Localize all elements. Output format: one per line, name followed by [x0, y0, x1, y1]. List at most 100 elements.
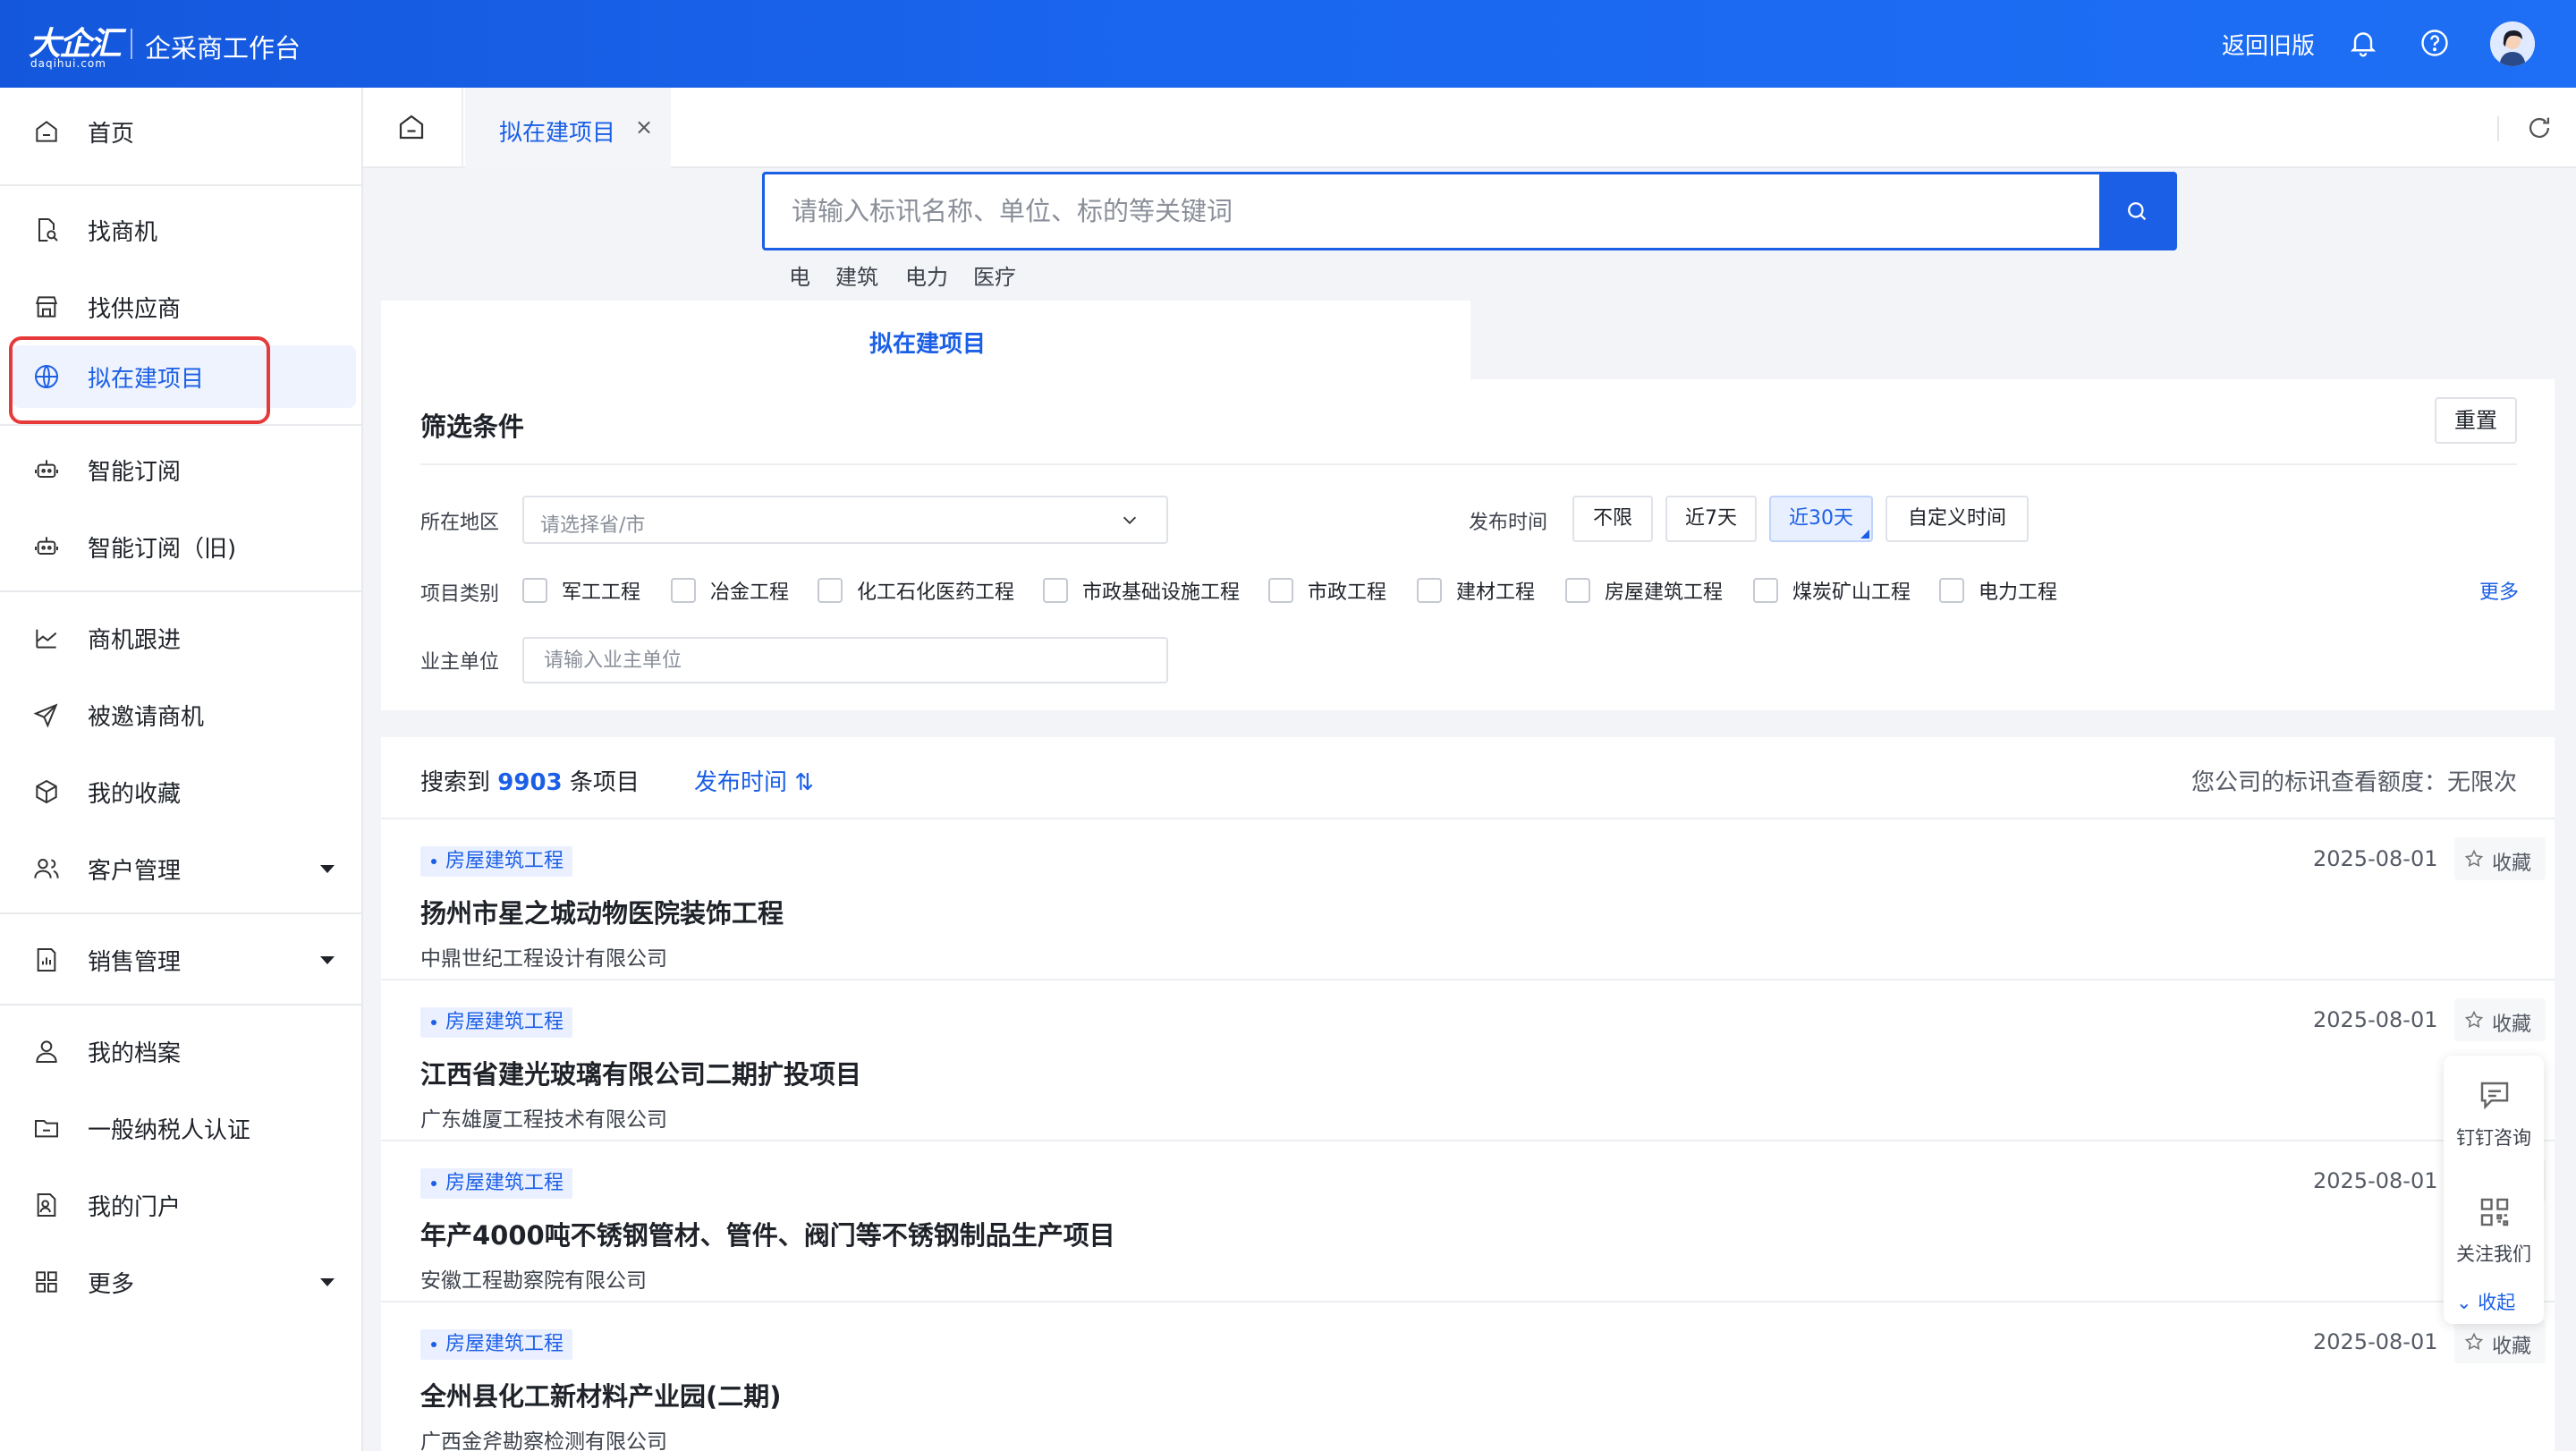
item-unit: 安徽工程勘察院有限公司: [420, 1269, 647, 1293]
users-icon: [32, 854, 61, 883]
search-button[interactable]: [2099, 174, 2174, 248]
close-icon[interactable]: ×: [635, 115, 653, 140]
tab-planned-projects[interactable]: 拟在建项目 ×: [465, 88, 671, 168]
category-name: 建材工程: [1456, 581, 1536, 604]
category-name: 市政基础设施工程: [1082, 581, 1241, 604]
grid-icon: [32, 1268, 61, 1296]
category-checkbox[interactable]: 冶金工程: [671, 576, 789, 605]
sidebar-item-label: 我的档案: [88, 1039, 182, 1067]
more-categories-link[interactable]: 更多: [2479, 576, 2519, 605]
sidebar-item-taxpayer-certification[interactable]: 一般纳税人认证: [13, 1097, 356, 1159]
sidebar-item-label: 客户管理: [88, 857, 182, 885]
checkbox[interactable]: [1043, 578, 1068, 603]
checkbox[interactable]: [1753, 578, 1778, 603]
bell-icon[interactable]: [2347, 27, 2379, 59]
time-option-custom[interactable]: 自定义时间: [1885, 496, 2029, 542]
document-search-icon: [32, 216, 61, 244]
sidebar-item-opportunity-tracking[interactable]: 商机跟进: [13, 607, 356, 669]
favorite-button[interactable]: 收藏: [2454, 837, 2546, 880]
home-tab-icon[interactable]: [395, 111, 431, 147]
category-name: 市政工程: [1308, 581, 1387, 604]
filter-divider: [420, 463, 2517, 465]
sidebar-item-find-suppliers[interactable]: 找供应商: [13, 276, 356, 338]
time-option-30days[interactable]: 近30天: [1769, 496, 1873, 542]
refresh-divider: [2497, 116, 2499, 141]
list-item[interactable]: 房屋建筑工程 全州县化工新材料产业园(二期) 广西金斧勘察检测有限公司 2025…: [381, 1303, 2555, 1451]
help-icon[interactable]: [2419, 27, 2451, 59]
category-checkbox[interactable]: 市政基础设施工程: [1043, 576, 1240, 605]
item-title[interactable]: 年产4000吨不锈钢管材、管件、阀门等不锈钢制品生产项目: [420, 1215, 1115, 1252]
category-checkbox[interactable]: 市政工程: [1268, 576, 1386, 605]
time-option-7days[interactable]: 近7天: [1665, 496, 1757, 542]
section-tab-planned-projects[interactable]: 拟在建项目: [381, 301, 1470, 379]
checkbox[interactable]: [522, 578, 547, 603]
user-avatar[interactable]: [2490, 21, 2535, 66]
sidebar-item-customer-management[interactable]: 客户管理: [13, 837, 356, 900]
logo[interactable]: 大企汇 daqihui.com: [29, 18, 129, 70]
sidebar-item-my-portal[interactable]: 我的门户: [13, 1174, 356, 1236]
item-unit: 广东雄厦工程技术有限公司: [420, 1108, 667, 1132]
sidebar-item-label: 一般纳税人认证: [88, 1116, 251, 1144]
reset-button[interactable]: 重置: [2435, 397, 2517, 444]
search-input[interactable]: [765, 174, 2101, 248]
sidebar-item-find-opportunities[interactable]: 找商机: [13, 199, 356, 261]
category-checkbox[interactable]: 煤炭矿山工程: [1753, 576, 1911, 605]
chevron-down-icon: [1123, 516, 1137, 524]
owner-input[interactable]: [522, 637, 1168, 683]
list-item[interactable]: 房屋建筑工程 扬州市星之城动物医院装饰工程 中鼎世纪工程设计有限公司 2025-…: [381, 819, 2555, 980]
portal-icon: [32, 1191, 61, 1219]
sort-by-publish-time[interactable]: 发布时间 ⇅: [694, 764, 814, 797]
checkbox[interactable]: [1565, 578, 1590, 603]
category-checkbox[interactable]: 电力工程: [1939, 576, 2057, 605]
hot-word[interactable]: 建筑: [835, 259, 878, 291]
checkbox[interactable]: [1268, 578, 1293, 603]
favorite-button[interactable]: 收藏: [2454, 998, 2546, 1041]
sidebar-item-planned-projects[interactable]: 拟在建项目: [13, 345, 356, 408]
category-name: 电力工程: [1979, 581, 2058, 604]
count-suffix: 条项目: [569, 769, 640, 796]
category-tag: 房屋建筑工程: [420, 846, 573, 877]
sidebar-item-my-favorites[interactable]: 我的收藏: [13, 760, 356, 823]
hot-word[interactable]: 医疗: [973, 259, 1016, 291]
hot-word[interactable]: 电: [789, 259, 810, 291]
checkbox[interactable]: [1417, 578, 1442, 603]
folder-icon: [32, 1114, 61, 1142]
list-item[interactable]: 房屋建筑工程 年产4000吨不锈钢管材、管件、阀门等不锈钢制品生产项目 安徽工程…: [381, 1141, 2555, 1303]
list-item[interactable]: 房屋建筑工程 江西省建光玻璃有限公司二期扩投项目 广东雄厦工程技术有限公司 20…: [381, 980, 2555, 1141]
dingtalk-consult-button[interactable]: 钉钉咨询: [2444, 1065, 2544, 1181]
time-option-unlimited[interactable]: 不限: [1572, 496, 1653, 542]
sidebar-item-invited-opportunities[interactable]: 被邀请商机: [13, 683, 356, 746]
robot-icon: [32, 455, 61, 484]
item-title[interactable]: 扬州市星之城动物医院装饰工程: [420, 893, 784, 930]
sidebar-item-smart-subscription[interactable]: 智能订阅: [13, 438, 356, 501]
hot-word[interactable]: 电力: [905, 259, 948, 291]
category-checkbox[interactable]: 房屋建筑工程: [1565, 576, 1723, 605]
item-title[interactable]: 全州县化工新材料产业园(二期): [420, 1376, 782, 1413]
item-unit: 中鼎世纪工程设计有限公司: [420, 947, 667, 971]
sidebar-item-my-profile[interactable]: 我的档案: [13, 1020, 356, 1082]
sidebar-item-smart-subscription-old[interactable]: 智能订阅（旧): [13, 515, 356, 578]
category-tag: 房屋建筑工程: [420, 1168, 573, 1199]
sidebar-item-more[interactable]: 更多: [13, 1251, 356, 1313]
category-checkbox[interactable]: 化工石化医药工程: [818, 576, 1014, 605]
robot-icon: [32, 532, 61, 561]
checkbox[interactable]: [818, 578, 843, 603]
checkbox[interactable]: [1939, 578, 1964, 603]
category-checkbox[interactable]: 军工工程: [522, 576, 640, 605]
category-tag: 房屋建筑工程: [420, 1329, 573, 1360]
collapse-widget-button[interactable]: ⌄ 收起: [2456, 1288, 2515, 1315]
region-label: 所在地区: [420, 512, 500, 534]
sidebar-item-sales-management[interactable]: 销售管理: [13, 929, 356, 991]
region-select[interactable]: 请选择省/市: [522, 496, 1168, 544]
sidebar-item-label: 找供应商: [88, 295, 182, 323]
follow-us-button[interactable]: 关注我们: [2444, 1181, 2544, 1297]
refresh-icon[interactable]: [2524, 113, 2555, 143]
count-prefix: 搜索到: [420, 769, 491, 796]
category-checkbox[interactable]: 建材工程: [1417, 576, 1535, 605]
checkbox[interactable]: [671, 578, 696, 603]
sidebar-divider: [0, 424, 361, 426]
item-title[interactable]: 江西省建光玻璃有限公司二期扩投项目: [420, 1054, 861, 1091]
favorite-button[interactable]: 收藏: [2454, 1320, 2546, 1363]
return-old-version-link[interactable]: 返回旧版: [2222, 28, 2315, 61]
sidebar-item-home[interactable]: 首页: [13, 100, 356, 163]
